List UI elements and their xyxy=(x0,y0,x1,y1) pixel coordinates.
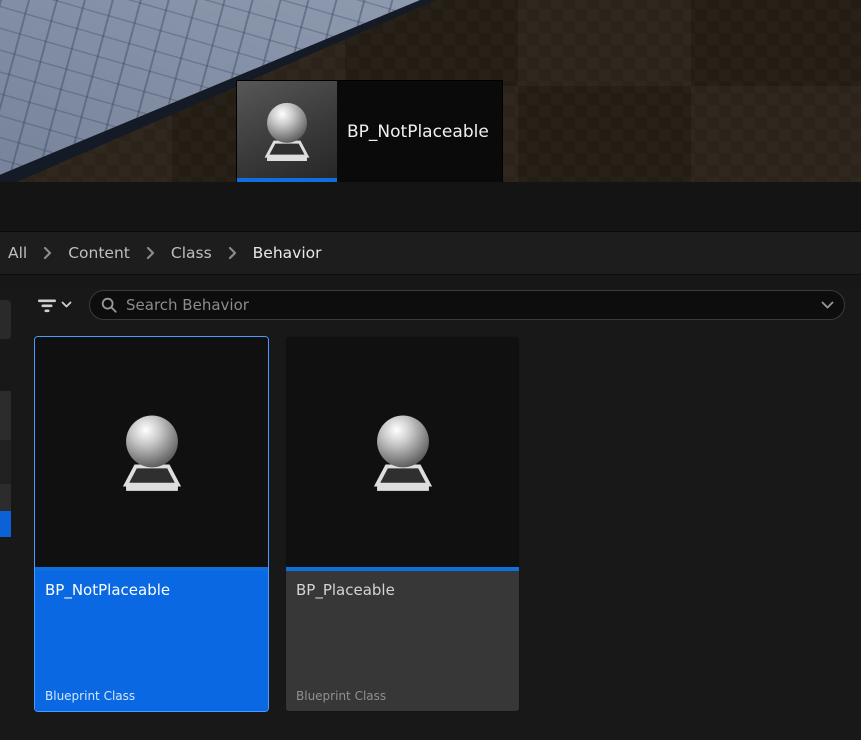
asset-type-label: Blueprint Class xyxy=(296,689,509,703)
asset-thumbnail xyxy=(286,337,519,567)
drag-preview-accent-bar xyxy=(237,178,337,182)
chevron-right-icon xyxy=(228,246,237,260)
content-browser-header-band xyxy=(0,182,861,232)
blueprint-sphere-icon xyxy=(250,94,324,168)
breadcrumb-item-class[interactable]: Class xyxy=(171,244,212,262)
search-box xyxy=(89,290,845,320)
content-browser: BP_NotPlaceable Blueprint Class BP_Place… xyxy=(0,288,861,740)
sources-panel-item-sliver[interactable] xyxy=(0,440,11,484)
breadcrumb-item-all[interactable]: All xyxy=(8,244,27,262)
chevron-down-icon xyxy=(61,301,72,309)
breadcrumb-item-content[interactable]: Content xyxy=(68,244,130,262)
asset-tile-bp-notplaceable[interactable]: BP_NotPlaceable Blueprint Class xyxy=(34,336,269,712)
asset-grid: BP_NotPlaceable Blueprint Class BP_Place… xyxy=(34,336,861,712)
asset-tile-bp-placeable[interactable]: BP_Placeable Blueprint Class xyxy=(285,336,520,712)
sources-panel-item-sliver[interactable] xyxy=(0,391,11,440)
blueprint-sphere-icon xyxy=(355,404,451,500)
breadcrumb-item-behavior[interactable]: Behavior xyxy=(253,244,322,262)
sources-panel-item-sliver[interactable] xyxy=(0,300,11,339)
sources-panel-item-sliver[interactable] xyxy=(0,484,11,511)
asset-name: BP_NotPlaceable xyxy=(45,581,258,599)
sources-panel-item-sliver-selected[interactable] xyxy=(0,511,11,537)
asset-type-label: Blueprint Class xyxy=(45,689,258,703)
chevron-right-icon xyxy=(43,246,52,260)
search-options-chevron-icon[interactable] xyxy=(821,301,834,310)
filter-icon xyxy=(36,295,58,315)
blueprint-sphere-icon xyxy=(104,404,200,500)
level-viewport[interactable]: BP_NotPlaceable xyxy=(0,0,861,182)
asset-name: BP_Placeable xyxy=(296,581,509,599)
breadcrumb: All Content Class Behavior xyxy=(0,232,861,275)
asset-meta: BP_NotPlaceable Blueprint Class xyxy=(35,571,268,711)
search-icon xyxy=(100,296,118,314)
drag-preview-thumbnail xyxy=(237,81,337,181)
asset-meta: BP_Placeable Blueprint Class xyxy=(286,571,519,711)
drag-preview[interactable]: BP_NotPlaceable xyxy=(236,80,503,182)
chevron-right-icon xyxy=(146,246,155,260)
search-input[interactable] xyxy=(126,296,821,314)
drag-preview-label: BP_NotPlaceable xyxy=(337,81,502,182)
content-browser-toolbar xyxy=(36,288,845,322)
collapsed-sources-panel xyxy=(0,288,11,740)
asset-thumbnail xyxy=(35,337,268,567)
filters-button[interactable] xyxy=(36,295,72,315)
